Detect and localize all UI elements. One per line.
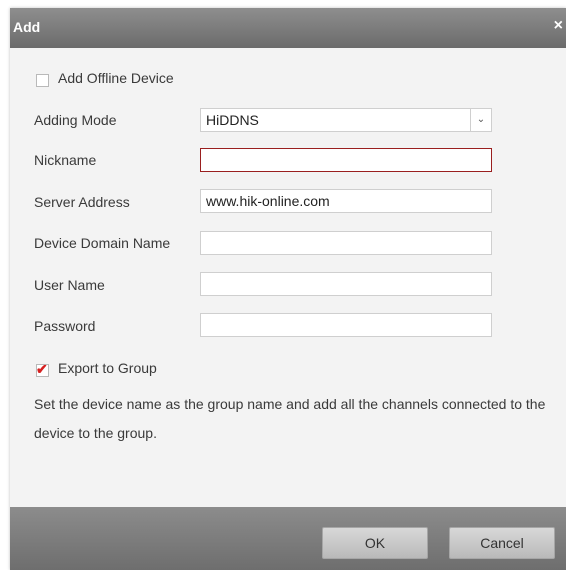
offline-device-label: Add Offline Device [58, 70, 174, 86]
export-to-group-label: Export to Group [58, 360, 157, 376]
nickname-label: Nickname [34, 152, 97, 168]
server-address-field[interactable]: www.hik-online.com [200, 189, 492, 213]
add-device-dialog: Add × Add Offline Device Adding Mode HiD… [10, 8, 566, 570]
dialog-titlebar: Add × [10, 8, 566, 48]
dialog-footer: OK Cancel [10, 507, 566, 570]
device-domain-name-field[interactable] [200, 231, 492, 255]
adding-mode-label: Adding Mode [34, 112, 117, 128]
offline-device-checkbox[interactable] [36, 74, 49, 87]
server-address-value: www.hik-online.com [206, 193, 330, 209]
adding-mode-value: HiDDNS [206, 112, 259, 128]
dialog-title: Add [13, 19, 41, 35]
adding-mode-select[interactable]: HiDDNS ⌄ [200, 108, 492, 132]
close-icon[interactable]: × [554, 17, 563, 35]
device-domain-name-label: Device Domain Name [34, 235, 171, 251]
ok-button[interactable]: OK [322, 527, 428, 559]
password-label: Password [34, 318, 96, 334]
password-field[interactable] [200, 313, 492, 337]
user-name-field[interactable] [200, 272, 492, 296]
cancel-button[interactable]: Cancel [449, 527, 555, 559]
server-address-label: Server Address [34, 194, 130, 210]
nickname-field[interactable] [200, 148, 492, 172]
user-name-label: User Name [34, 277, 105, 293]
export-description: Set the device name as the group name an… [34, 396, 546, 441]
chevron-down-icon[interactable]: ⌄ [470, 109, 491, 131]
checkmark-icon: ✔ [36, 361, 48, 377]
export-to-group-checkbox[interactable]: ✔ [36, 361, 49, 377]
